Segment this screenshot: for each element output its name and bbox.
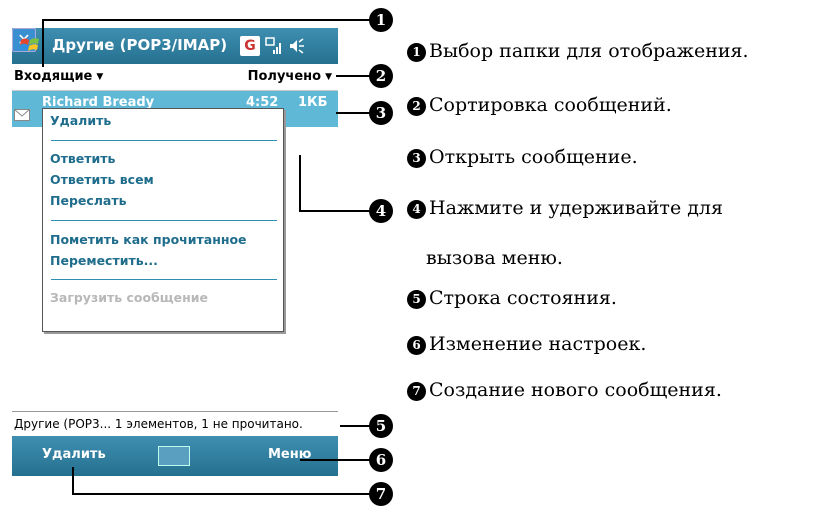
- menu-item-reply-all[interactable]: Ответить всем: [50, 172, 154, 187]
- status-text: Другие (POP3... 1 элементов, 1 не прочит…: [14, 417, 303, 431]
- keyboard-icon[interactable]: [158, 446, 190, 466]
- chevron-down-icon: ▼: [325, 71, 332, 82]
- sort-label: Получено: [247, 69, 322, 84]
- context-menu: Удалить Ответить Ответить всем Переслать…: [42, 108, 284, 332]
- callout-line-6: [300, 459, 370, 461]
- legend-bullet-5: 5: [407, 290, 426, 309]
- menu-item-move[interactable]: Переместить...: [50, 253, 158, 268]
- legend-item-1: 1 Выбор папки для отображения.: [407, 40, 749, 62]
- callout-line-5: [340, 425, 370, 427]
- legend-bullet-1: 1: [407, 43, 426, 62]
- app-title: Другие (POP3/IMAP): [52, 36, 228, 54]
- legend-item-6: 6 Изменение настроек.: [407, 333, 646, 355]
- legend-item-4-cont: вызова меню.: [426, 247, 563, 269]
- legend-text-2: Сортировка сообщений.: [429, 94, 672, 116]
- callout-line-1-drop: [42, 19, 44, 67]
- volume-icon[interactable]: [287, 36, 307, 56]
- envelope-icon: [14, 109, 30, 121]
- legend-bullet-6: 6: [407, 336, 426, 355]
- legend-item-2: 2 Сортировка сообщений.: [407, 94, 672, 116]
- softkey-bar: Удалить Меню: [12, 436, 338, 476]
- legend-text-4: Нажмите и удерживайте для: [429, 197, 723, 219]
- legend-item-3: 3 Открыть сообщение.: [407, 146, 638, 168]
- callout-line-2: [336, 75, 370, 77]
- callout-line-7: [72, 493, 370, 495]
- menu-separator: [51, 220, 277, 221]
- signal-icon[interactable]: [264, 36, 284, 56]
- list-header-bar: Входящие ▼ Получено ▼: [12, 64, 338, 91]
- sort-dropdown[interactable]: Получено ▼: [248, 69, 332, 84]
- message-size: 1КБ: [298, 95, 328, 110]
- legend-text-7: Создание нового сообщения.: [429, 379, 722, 401]
- menu-item-reply[interactable]: Ответить: [50, 151, 115, 166]
- callout-line-1: [42, 19, 370, 21]
- gprs-icon[interactable]: G: [240, 36, 260, 56]
- chevron-down-icon: ▼: [96, 71, 104, 82]
- folder-label: Входящие: [14, 69, 93, 84]
- callout-3: 3: [369, 101, 393, 125]
- callout-line-7-drop: [72, 467, 74, 494]
- delete-softkey[interactable]: Удалить: [42, 447, 106, 462]
- legend-text-5: Строка состояния.: [429, 287, 617, 309]
- callout-6: 6: [369, 448, 393, 472]
- callout-4: 4: [369, 199, 393, 223]
- callout-2: 2: [369, 64, 393, 88]
- legend-text-1: Выбор папки для отображения.: [429, 40, 749, 62]
- legend-text-6: Изменение настроек.: [429, 333, 647, 355]
- legend-text-4-cont: вызова меню.: [426, 247, 563, 269]
- windows-start-icon[interactable]: [18, 34, 42, 58]
- callout-line-4: [299, 210, 370, 212]
- menu-item-download: Загрузить сообщение: [50, 290, 208, 305]
- menu-separator: [51, 279, 277, 280]
- title-bar: Другие (POP3/IMAP) G ✕: [12, 28, 338, 64]
- legend-item-7: 7 Создание нового сообщения.: [407, 379, 722, 401]
- status-bar: Другие (POP3... 1 элементов, 1 не прочит…: [12, 411, 338, 436]
- menu-item-mark-read[interactable]: Пометить как прочитанное: [50, 232, 247, 247]
- folder-dropdown[interactable]: Входящие ▼: [14, 69, 103, 84]
- legend-bullet-7: 7: [407, 382, 426, 401]
- legend-bullet-4: 4: [407, 200, 426, 219]
- legend-item-5: 5 Строка состояния.: [407, 287, 617, 309]
- callout-5: 5: [369, 414, 393, 438]
- legend-item-4: 4 Нажмите и удерживайте для: [407, 197, 723, 219]
- legend-bullet-2: 2: [407, 97, 426, 116]
- menu-separator: [51, 140, 277, 141]
- device-screen: Другие (POP3/IMAP) G ✕ Входящие▼ Получен…: [12, 28, 338, 478]
- menu-item-delete[interactable]: Удалить: [50, 113, 111, 128]
- callout-line-3: [336, 112, 370, 114]
- legend-text-3: Открыть сообщение.: [429, 146, 638, 168]
- callout-1: 1: [369, 8, 393, 32]
- callout-7: 7: [369, 482, 393, 506]
- callout-line-4-bracket: [299, 155, 301, 211]
- legend-bullet-3: 3: [407, 149, 426, 168]
- menu-item-forward[interactable]: Переслать: [50, 193, 127, 208]
